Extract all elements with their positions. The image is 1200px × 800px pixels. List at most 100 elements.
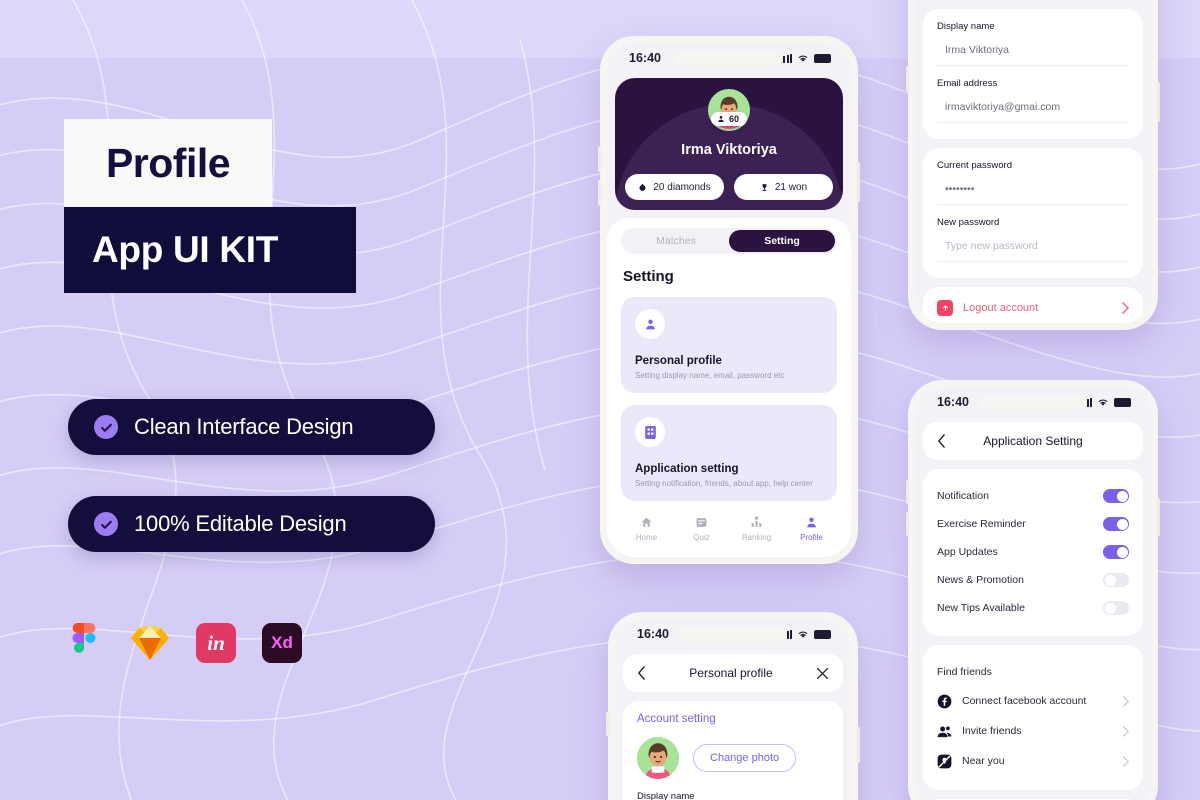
- ranking-icon: [751, 516, 762, 527]
- profile-name: Irma Viktoriya: [681, 142, 777, 158]
- tab-label: Quiz: [693, 533, 710, 542]
- tab-label: Home: [635, 533, 658, 542]
- current-password-input[interactable]: ••••••••: [937, 177, 1129, 205]
- logout-icon: [937, 300, 953, 316]
- navigation-bar: Personal profile: [623, 654, 843, 692]
- setting-card-subtitle: Setting display name, email, password et…: [635, 371, 785, 380]
- sketch-logo: [130, 623, 170, 663]
- email-label: Email address: [937, 78, 998, 89]
- phone-notch: [679, 627, 787, 642]
- wifi-icon: [1098, 399, 1108, 406]
- close-icon[interactable]: [816, 667, 829, 680]
- row-connect-facebook[interactable]: Connect facebook account: [937, 686, 1129, 716]
- toggle-news-promotion[interactable]: [1103, 573, 1129, 587]
- person-badge-icon: [718, 116, 724, 122]
- new-password-label: New password: [937, 217, 1000, 228]
- page-title: Personal profile: [689, 666, 773, 680]
- feature-label: Clean Interface Design: [134, 414, 354, 439]
- phone-volume-up-button: [606, 712, 609, 736]
- stat-pill-diamonds: 20 diamonds: [625, 174, 724, 200]
- rank-badge: 60: [710, 112, 748, 126]
- setting-card-title: Personal profile: [635, 355, 722, 367]
- notification-heading-row[interactable]: Notification: [937, 482, 1129, 510]
- title-line-1: Profile: [105, 139, 231, 186]
- status-time: 16:40: [937, 395, 969, 409]
- section-heading: Setting: [623, 268, 674, 285]
- quiz-icon: [696, 518, 707, 527]
- feature-label: 100% Editable Design: [134, 511, 347, 536]
- toggle-new-tips[interactable]: [1103, 601, 1129, 615]
- display-name-input[interactable]: Irma Viktoriya: [937, 38, 1129, 66]
- page-title-primary: Profile: [64, 119, 272, 207]
- setting-row-app-updates[interactable]: App Updates: [937, 538, 1129, 566]
- phone-notch: [675, 51, 783, 66]
- segmented-control[interactable]: Matches Setting: [621, 228, 837, 254]
- phone-power-button: [857, 162, 860, 202]
- battery-icon: [1114, 397, 1131, 407]
- wifi-icon: [798, 631, 808, 638]
- row-label: News & Promotion: [937, 574, 1024, 586]
- tab-home[interactable]: Home: [619, 516, 674, 542]
- people-icon: [937, 726, 952, 737]
- invision-logo: in: [196, 623, 236, 663]
- check-circle-icon: [94, 512, 118, 536]
- phone-volume-down-button: [906, 512, 909, 536]
- toggle-exercise-reminder[interactable]: [1103, 517, 1129, 531]
- current-password-label: Current password: [937, 160, 1012, 171]
- find-friends-heading-row: Find friends: [937, 658, 1129, 686]
- adobexd-logo: Xd: [262, 623, 302, 663]
- phone-volume-up-button: [906, 66, 909, 92]
- tab-ranking[interactable]: Ranking: [729, 516, 784, 542]
- phone-power-button: [1157, 498, 1160, 536]
- status-time: 16:40: [637, 627, 669, 641]
- person-icon: [635, 309, 665, 339]
- row-label: App Updates: [937, 546, 998, 558]
- phone-notch: [979, 395, 1087, 410]
- display-name-label: Display name: [637, 791, 695, 800]
- tab-matches[interactable]: Matches: [623, 230, 729, 252]
- row-label: Invite friends: [962, 725, 1022, 737]
- profile-icon: [807, 517, 816, 528]
- phone-mockup-profile: 16:40 60 Irma Viktoriya 20 diamonds 21 w…: [598, 36, 860, 564]
- chevron-right-icon: [1123, 755, 1129, 767]
- setting-card-application-setting[interactable]: Application setting Setting notification…: [621, 405, 837, 501]
- navigation-bar: Application Setting: [923, 422, 1143, 460]
- feature-badge-clean-interface: Clean Interface Design: [68, 399, 435, 455]
- facebook-icon: [937, 694, 952, 708]
- profile-hero-card: 60 Irma Viktoriya 20 diamonds 21 won: [615, 78, 843, 210]
- setting-row-exercise-reminder[interactable]: Exercise Reminder: [937, 510, 1129, 538]
- phone-volume-down-button: [598, 180, 601, 206]
- stat-pill-won: 21 won: [734, 174, 833, 200]
- toggle-notification[interactable]: [1103, 489, 1129, 503]
- toggle-app-updates[interactable]: [1103, 545, 1129, 559]
- setting-row-new-tips[interactable]: New Tips Available: [937, 594, 1129, 622]
- row-label: Exercise Reminder: [937, 518, 1026, 530]
- row-near-you[interactable]: Near you: [937, 746, 1129, 776]
- new-password-input[interactable]: Type new password: [937, 234, 1129, 262]
- setting-row-news-promotion[interactable]: News & Promotion: [937, 566, 1129, 594]
- tab-setting[interactable]: Setting: [729, 230, 835, 252]
- avatar[interactable]: [637, 737, 679, 779]
- tab-profile[interactable]: Profile: [784, 516, 839, 542]
- phone-volume-up-button: [598, 146, 601, 172]
- setting-card-personal-profile[interactable]: Personal profile Setting display name, e…: [621, 297, 837, 393]
- password-card: Current password •••••••• New password T…: [923, 148, 1143, 278]
- chevron-right-icon: [1122, 302, 1129, 314]
- stat-label: 20 diamonds: [653, 181, 711, 193]
- wifi-icon: [798, 55, 808, 62]
- stat-label: 21 won: [774, 181, 808, 193]
- tab-quiz[interactable]: Quiz: [674, 516, 729, 542]
- account-setting-panel: Account setting Change photo Display nam…: [623, 701, 843, 800]
- chevron-right-icon: [1123, 725, 1129, 737]
- chevron-left-icon[interactable]: [937, 434, 946, 448]
- logout-account-row[interactable]: Logout account: [923, 287, 1143, 323]
- row-invite-friends[interactable]: Invite friends: [937, 716, 1129, 746]
- chevron-left-icon[interactable]: [637, 666, 646, 680]
- email-input[interactable]: irmaviktoriya@gmai.com: [937, 95, 1129, 123]
- row-label: New Tips Available: [937, 602, 1025, 614]
- change-photo-button[interactable]: Change photo: [693, 744, 797, 772]
- tool-logo-list: in Xd: [64, 623, 302, 663]
- check-circle-icon: [94, 415, 118, 439]
- phone-volume-up-button: [906, 480, 909, 504]
- title-line-2: App UI KIT: [92, 229, 279, 270]
